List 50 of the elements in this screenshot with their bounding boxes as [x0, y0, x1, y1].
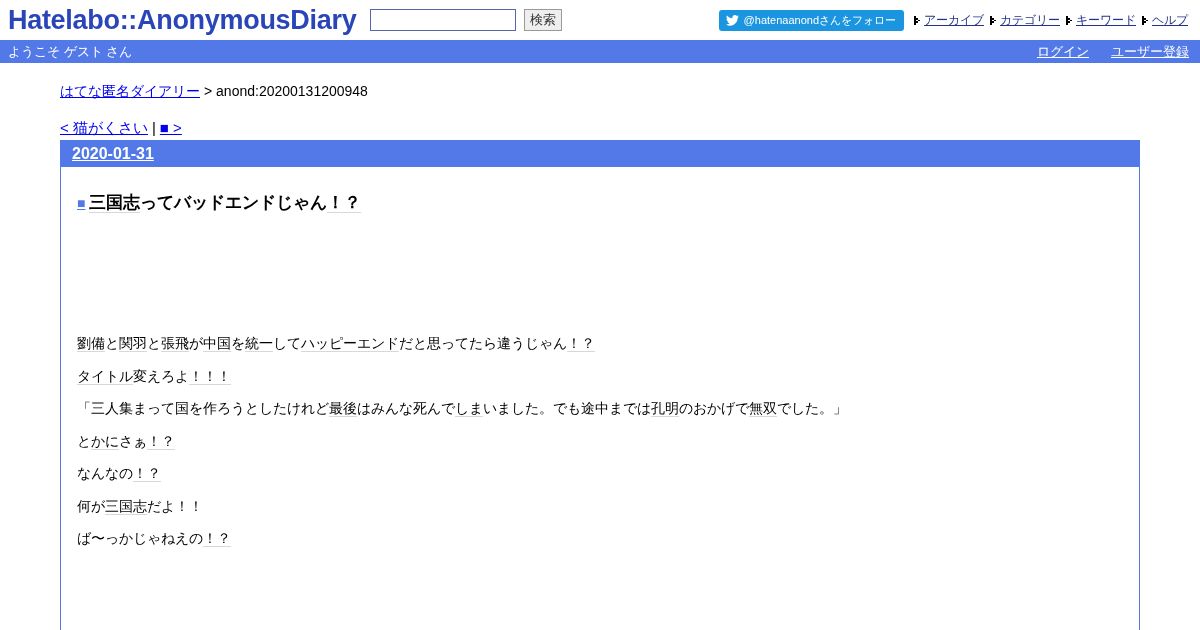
- keyword-link[interactable]: 統一: [245, 335, 273, 352]
- nav-link[interactable]: アーカイブ: [924, 11, 984, 29]
- date-link[interactable]: 2020-01-31: [72, 145, 154, 163]
- account-link[interactable]: ユーザー登録: [1111, 42, 1189, 61]
- keyword-link[interactable]: 関羽: [119, 335, 147, 352]
- keyword-link[interactable]: ！？: [567, 335, 595, 352]
- permalink-mark[interactable]: ■: [77, 195, 86, 211]
- keyword-link[interactable]: ！！！: [189, 367, 231, 385]
- breadcrumb-link[interactable]: はてな匿名ダイアリー: [60, 83, 200, 101]
- next-link[interactable]: ■ >: [159, 119, 182, 138]
- paragraph: ば〜っかじゃねえの！？: [77, 529, 232, 548]
- nav-link[interactable]: キーワード: [1076, 11, 1136, 29]
- paragraph: 劉備と関羽 と張飛が中国を統一 してハッピーエンド だと思ってたら違うじゃん！？: [77, 334, 596, 353]
- breadcrumb-current: > anond:20200131200948: [204, 83, 368, 101]
- nav-link[interactable]: ヘルプ: [1152, 11, 1188, 29]
- keyword-link[interactable]: ！？: [147, 432, 175, 450]
- paragraph: 「三人集まって国を作ろうとしたけれど最後はみんな死んでしま いました。でも途中までは孔明のおかげで無双でした。」: [77, 399, 848, 418]
- arrow-icon: [914, 15, 920, 25]
- arrow-icon: [1142, 15, 1148, 25]
- keyword-link[interactable]: ハッピーエンド: [301, 335, 399, 352]
- keyword-link[interactable]: 無双: [749, 400, 777, 417]
- account-link[interactable]: ログイン: [1037, 42, 1089, 61]
- keyword-link[interactable]: かに: [91, 432, 119, 450]
- welcome-text: ようこそ ゲスト さん: [8, 42, 133, 61]
- keyword-link[interactable]: ！？: [327, 193, 362, 213]
- search-button[interactable]: 検索: [524, 9, 563, 31]
- entry-title: 三国志ってバッドエンドじゃん！？: [89, 192, 362, 214]
- paragraph: タイトル変えろよ！！！: [77, 366, 232, 385]
- keyword-link[interactable]: ！？: [133, 465, 161, 482]
- keyword-link[interactable]: しま: [455, 400, 483, 417]
- arrow-icon: [990, 15, 996, 25]
- bird-icon: [725, 14, 739, 26]
- keyword-link[interactable]: 劉備: [77, 335, 105, 352]
- site-logo[interactable]: Hatelabo::AnonymousDiary: [8, 4, 357, 36]
- keyword-link[interactable]: 孔明: [651, 400, 679, 417]
- keyword-link[interactable]: 最後: [329, 400, 357, 417]
- paragraph: なんなの！？: [77, 464, 162, 483]
- paragraph: とかに さぁ！？: [77, 431, 176, 450]
- search-field[interactable]: [370, 9, 517, 31]
- separator: |: [151, 119, 156, 138]
- keyword-link[interactable]: 張飛: [161, 335, 189, 352]
- nav-link[interactable]: カテゴリー: [1000, 11, 1060, 29]
- keyword-link[interactable]: 中国: [203, 335, 231, 352]
- keyword-link[interactable]: 三国志: [89, 193, 141, 213]
- keyword-link[interactable]: 三国志: [105, 497, 147, 515]
- paragraph: 何が三国志だよ！！: [77, 496, 204, 515]
- keyword-link[interactable]: ！？: [203, 530, 231, 547]
- arrow-icon: [1066, 15, 1072, 25]
- keyword-link[interactable]: タイトル: [77, 367, 133, 385]
- prev-link[interactable]: < 猫がくさい: [60, 119, 148, 138]
